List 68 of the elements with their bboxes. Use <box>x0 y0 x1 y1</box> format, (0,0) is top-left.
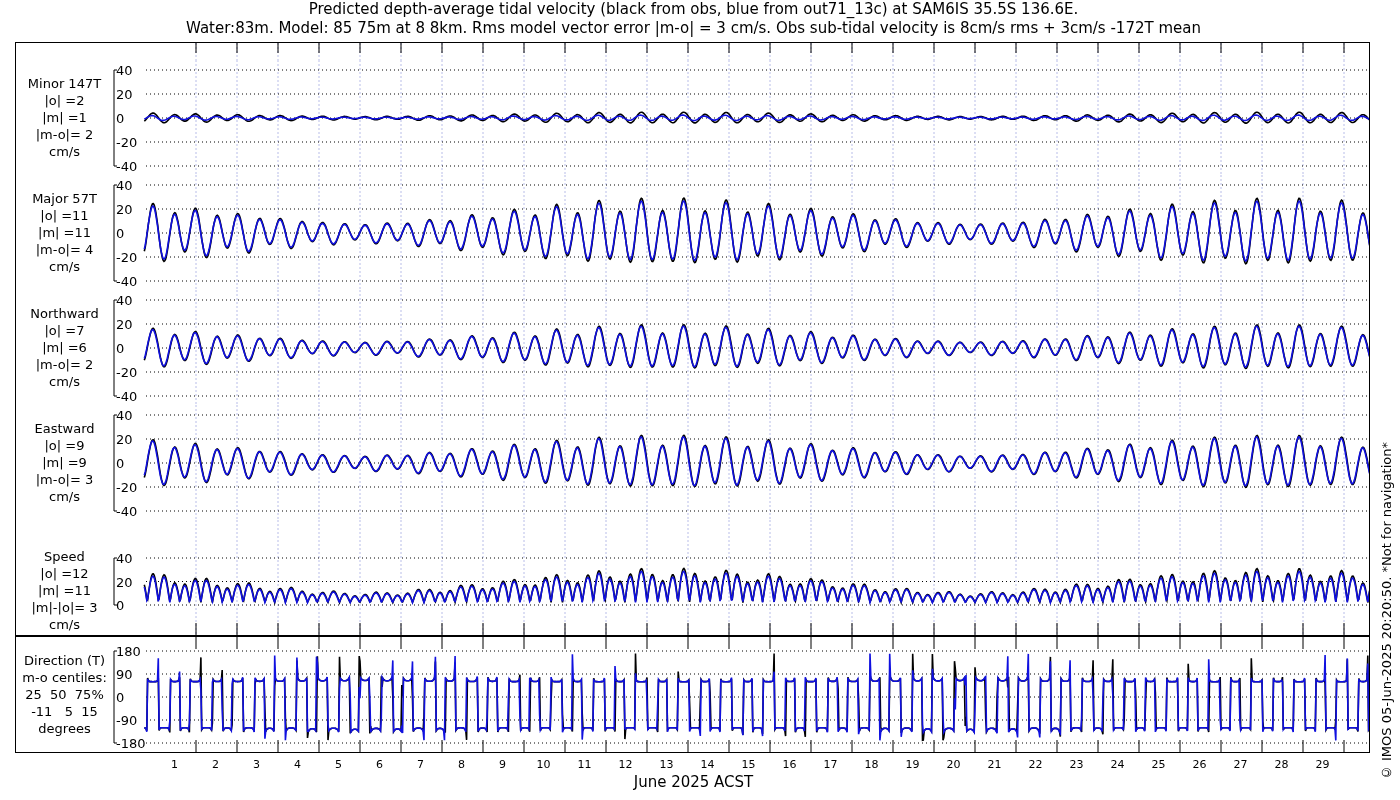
axis-tick-label: 15 <box>740 758 757 771</box>
axis-tick-label: 6 <box>375 758 384 771</box>
axis-tick-label: 90 <box>116 667 133 682</box>
axis-tick-label: 40 <box>116 408 133 423</box>
panel-label: Eastward |o| =9 |m| =9 |m-o|= 3 cm/s <box>33 420 96 505</box>
axis-tick-label: 29 <box>1314 758 1331 771</box>
axis-tick-label: 27 <box>1232 758 1249 771</box>
axis-tick-label: 16 <box>781 758 798 771</box>
axis-tick-label: 18 <box>863 758 880 771</box>
axis-tick-label: 23 <box>1068 758 1085 771</box>
axis-tick-label: 22 <box>1027 758 1044 771</box>
axis-tick-label: 0 <box>116 226 125 241</box>
axis-tick-label: 0 <box>116 456 125 471</box>
y-axis-line <box>113 557 118 606</box>
axis-tick-label: 20 <box>116 87 133 102</box>
axis-tick-label: -20 <box>116 250 138 265</box>
axis-tick-label: 28 <box>1273 758 1290 771</box>
axis-tick-label: 8 <box>457 758 466 771</box>
axis-label: June 2025 ACST <box>632 773 754 791</box>
axis-tick-label: 24 <box>1109 758 1126 771</box>
axis-tick-label: 20 <box>116 574 133 590</box>
axis-tick-label: -20 <box>116 480 138 495</box>
axis-tick-label: -20 <box>116 365 138 380</box>
panel-label: Major 57T |o| =11 |m| =11 |m-o|= 4 cm/s <box>31 190 98 275</box>
axis-tick-label: 7 <box>416 758 425 771</box>
axis-tick-label: 25 <box>1150 758 1167 771</box>
axis-tick-label: -90 <box>116 713 138 728</box>
axis-tick-label: -40 <box>116 274 138 289</box>
axis-tick-label: 11 <box>576 758 593 771</box>
axis-tick-label: 20 <box>116 202 133 217</box>
axis-tick-label: 40 <box>116 63 133 78</box>
axis-tick-label: -40 <box>116 504 138 519</box>
axis-tick-label: 180 <box>116 644 141 659</box>
panel-label: Northward |o| =7 |m| =6 |m-o|= 2 cm/s <box>29 305 100 390</box>
axis-tick-label: 40 <box>116 293 133 308</box>
axis-tick-label: 14 <box>699 758 716 771</box>
panel-label: Direction (T) m-o centiles: 25 50 75% -11 5 15 degrees <box>21 652 108 737</box>
axis-tick-label: -40 <box>116 389 138 404</box>
copyright-note: © IMOS 05-Jun-2025 20:20:50. *Not for navigation* <box>1378 441 1394 780</box>
axis-tick-label: 9 <box>498 758 507 771</box>
axis-tick-label: 17 <box>822 758 839 771</box>
axis-tick-label: 0 <box>116 111 125 126</box>
axis-tick-label: 0 <box>116 690 125 705</box>
axis-tick-label: 26 <box>1191 758 1208 771</box>
axis-tick-label: 40 <box>116 178 133 193</box>
axis-tick-label: 2 <box>211 758 220 771</box>
chart-title: Predicted depth-average tidal velocity (black from obs, blue from out71_13c) at SAM6IS 35.5S 136.6E. <box>308 0 1079 19</box>
axis-tick-label: 20 <box>116 317 133 332</box>
panel-label: Speed |o| =12 |m| =11 |m|-|o|= 3 cm/s <box>30 548 99 633</box>
axis-tick-label: 40 <box>116 551 133 566</box>
axis-tick-label: 19 <box>904 758 921 771</box>
chart-title: Water:83m. Model: 85 75m at 8 8km. Rms model vector error |m-o| = 3 cm/s. Obs sub-tidal velocity is 8cm/s rms + 3cm/s -172T mean <box>186 19 1201 38</box>
axis-tick-label: 3 <box>252 758 261 771</box>
panel-label: Minor 147T |o| =2 |m| =1 |m-o|= 2 cm/s <box>26 75 103 160</box>
axis-tick-label: 4 <box>293 758 302 771</box>
axis-tick-label: 0 <box>116 598 125 613</box>
axis-tick-label: 1 <box>170 758 179 771</box>
axis-tick-label: 10 <box>535 758 552 771</box>
axis-tick-label: 20 <box>116 432 133 447</box>
axis-tick-label: 12 <box>617 758 634 771</box>
axis-tick-label: -20 <box>116 135 138 150</box>
axis-tick-label: 21 <box>986 758 1003 771</box>
axis-tick-label: 0 <box>116 341 125 356</box>
axis-tick-label: -40 <box>116 159 138 174</box>
axis-tick-label: 5 <box>334 758 343 771</box>
axis-tick-label: -180 <box>116 736 146 751</box>
axis-tick-label: 20 <box>945 758 962 771</box>
axis-tick-label: 13 <box>658 758 675 771</box>
